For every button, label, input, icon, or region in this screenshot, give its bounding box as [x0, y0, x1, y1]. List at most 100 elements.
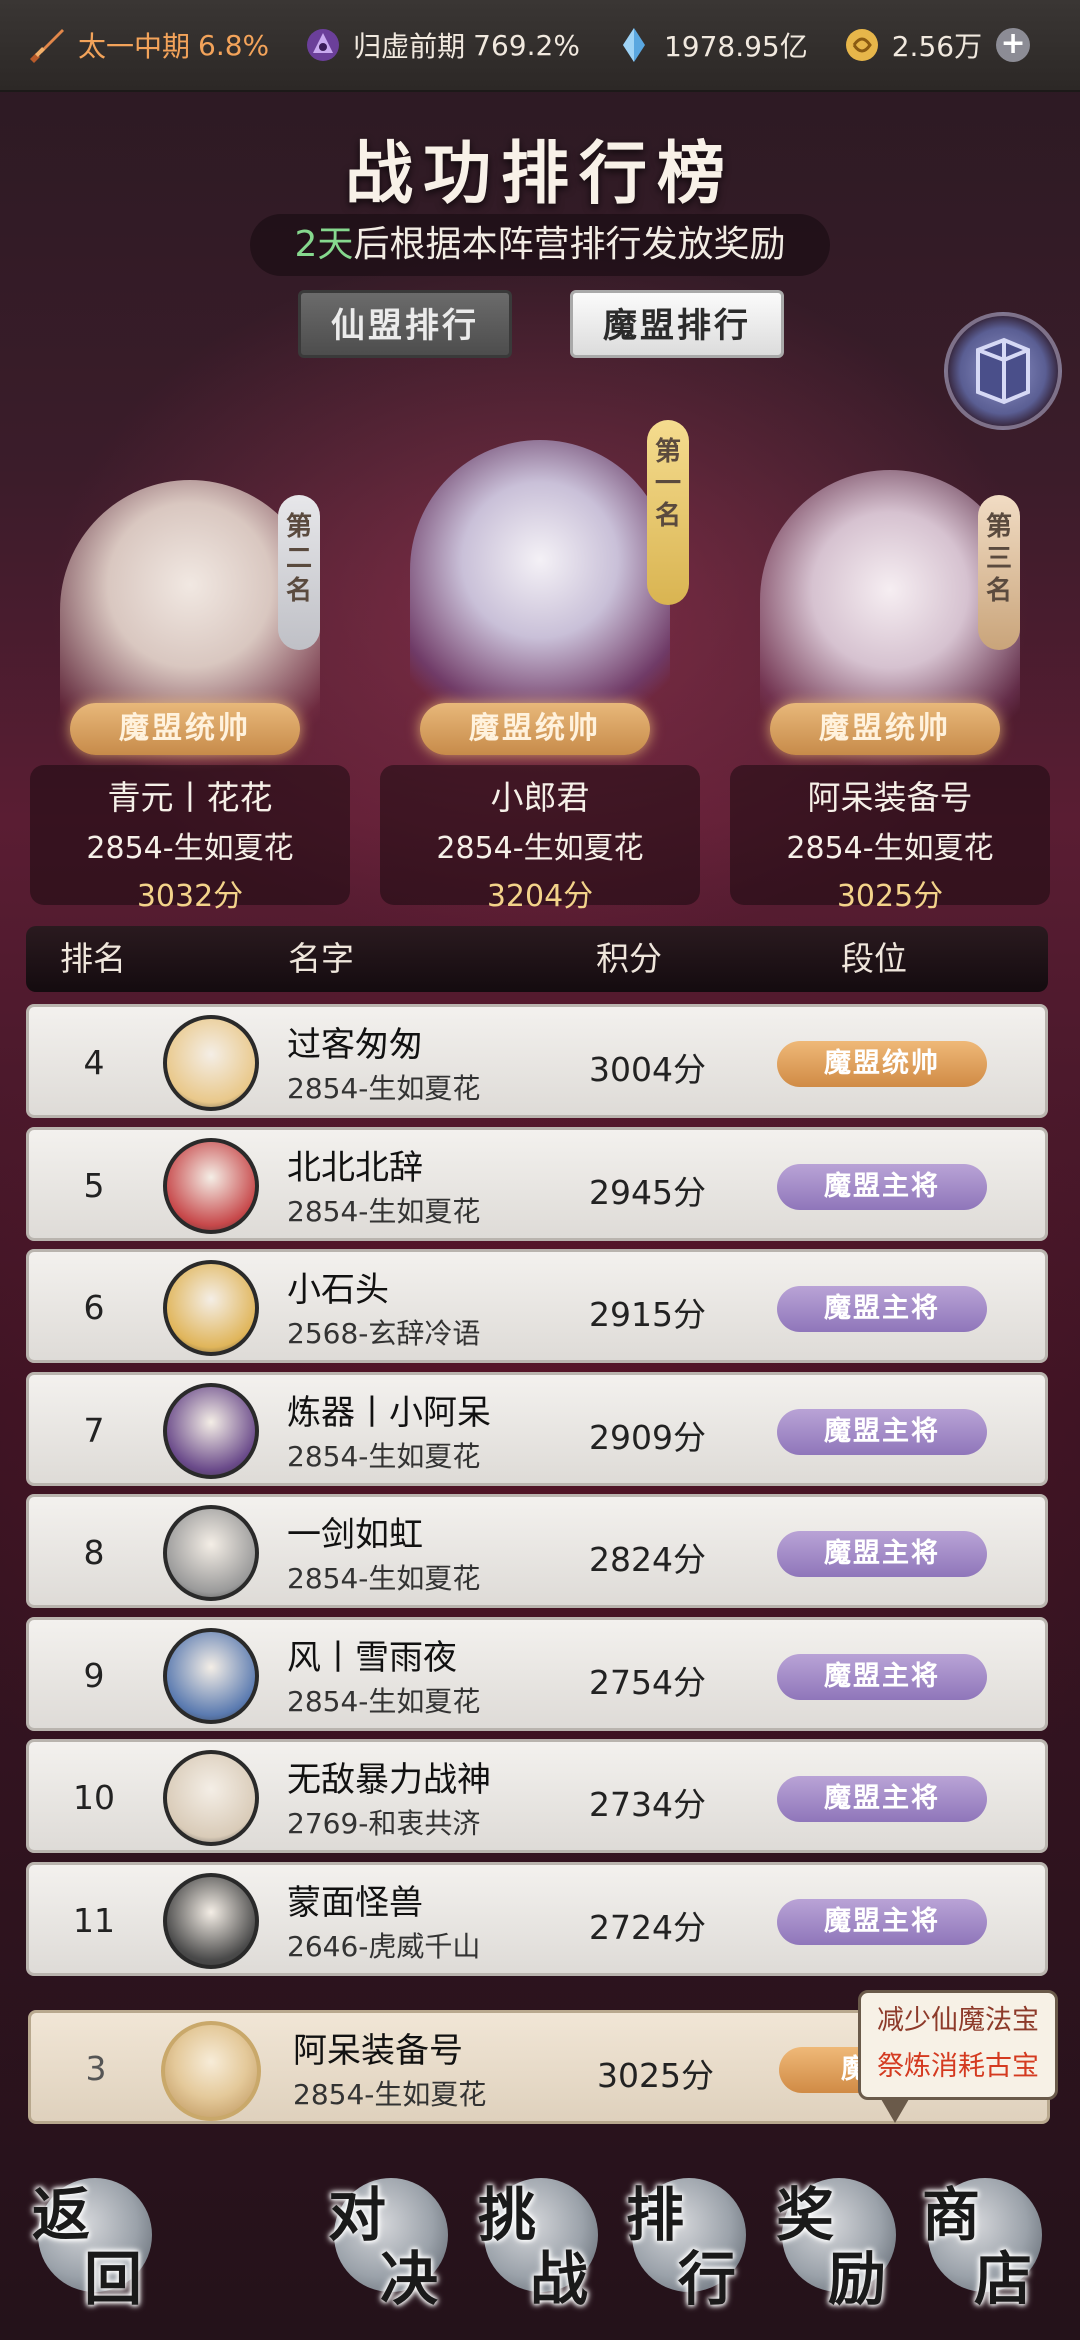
tier-badge: 魔盟主将 — [777, 1408, 987, 1455]
table-row[interactable]: 7 炼器丨小阿呆 2854-生如夏花 2909分 魔盟主将 — [26, 1371, 1048, 1486]
row-server: 2854-生如夏花 — [287, 1072, 481, 1105]
row-score: 2915分 — [589, 1295, 706, 1334]
tab-xian-ranking[interactable]: 仙盟排行 — [298, 290, 512, 358]
row-name: 风丨雪雨夜 — [287, 1637, 457, 1678]
table-row[interactable]: 11 蒙面怪兽 2646-虎威千山 2724分 魔盟主将 — [26, 1861, 1048, 1976]
podium-first[interactable]: 第一名 魔盟统帅 小郎君 2854-生如夏花 3204分 — [370, 420, 710, 914]
stage-percent: 769.2% — [473, 28, 580, 62]
podium-server: 2854-生如夏花 — [86, 831, 294, 866]
nav-char: 商 — [922, 2181, 981, 2249]
row-server: 2646-虎威千山 — [287, 1929, 481, 1963]
row-score: 2909分 — [589, 1417, 706, 1457]
crystal-stat[interactable]: 1978.95亿 — [614, 25, 808, 65]
rank-flag-second: 第二名 — [278, 495, 320, 650]
header-rank: 排名 — [60, 939, 126, 978]
avatar — [163, 1627, 259, 1724]
tier-badge: 魔盟统帅 — [777, 1041, 987, 1087]
podium-name: 阿呆装备号 — [807, 778, 973, 817]
my-name: 阿呆装备号 — [293, 2031, 463, 2071]
coin-icon — [845, 29, 878, 61]
tier-badge: 魔盟主将 — [777, 1653, 987, 1700]
nav-char: 行 — [678, 2245, 737, 2313]
crystal-icon — [622, 28, 645, 62]
duel-button[interactable]: 对 决 — [328, 2168, 454, 2318]
row-rank: 7 — [83, 1410, 105, 1450]
header-name: 名字 — [288, 939, 354, 978]
row-name: 北北北辞 — [287, 1147, 423, 1188]
podium-info: 阿呆装备号 2854-生如夏花 3025分 — [730, 765, 1050, 914]
row-rank: 8 — [83, 1533, 105, 1572]
row-server: 2769-和衷共济 — [287, 1807, 481, 1840]
row-name: 无敌暴力战神 — [287, 1760, 491, 1800]
row-name: 过客匆匆 — [287, 1025, 423, 1065]
reward-notice: 2天后根据本阵营排行发放奖励 — [250, 214, 830, 276]
row-rank: 4 — [83, 1043, 105, 1082]
podium-second[interactable]: 第二名 魔盟统帅 青元丨花花 2854-生如夏花 3032分 — [20, 420, 360, 914]
stage-stat[interactable]: 归虚前期 769.2% — [303, 25, 580, 65]
row-score: 2824分 — [589, 1540, 706, 1579]
avatar — [163, 1872, 259, 1969]
row-server: 2854-生如夏花 — [287, 1194, 481, 1228]
realm-label: 太一中期 — [78, 30, 191, 63]
avatar — [163, 1382, 259, 1479]
table-row[interactable]: 6 小石头 2568-玄辞冷语 2915分 魔盟主将 — [26, 1249, 1048, 1363]
realm-stat[interactable]: 太一中期 6.8% — [28, 25, 269, 65]
table-header: 排名 名字 积分 段位 — [26, 926, 1048, 992]
status-bar: 太一中期 6.8% 归虚前期 769.2% 1978.95亿 2.56万 + — [0, 0, 1080, 92]
table-row[interactable]: 4 过客匆匆 2854-生如夏花 3004分 魔盟统帅 — [26, 1004, 1048, 1118]
coin-count: 2.56万 — [891, 30, 983, 63]
cube-icon[interactable] — [944, 312, 1062, 430]
tier-badge: 魔盟主将 — [777, 1776, 987, 1822]
rank-flag-first: 第一名 — [647, 420, 689, 605]
my-server: 2854-生如夏花 — [293, 2078, 487, 2111]
nav-char: 奖 — [776, 2181, 835, 2249]
podium-third[interactable]: 第三名 魔盟统帅 阿呆装备号 2854-生如夏花 3025分 — [720, 420, 1060, 914]
tooltip-line1: 减少仙魔法宝 — [877, 2005, 1039, 2036]
ranking-button[interactable]: 排 行 — [626, 2168, 752, 2318]
podium-title-badge: 魔盟统帅 — [420, 703, 650, 755]
realm-percent: 6.8% — [198, 28, 270, 62]
podium-score: 3025分 — [836, 879, 944, 914]
tab-mo-ranking[interactable]: 魔盟排行 — [570, 290, 784, 358]
podium-server: 2854-生如夏花 — [786, 831, 994, 866]
table-row[interactable]: 10 无敌暴力战神 2769-和衷共济 2734分 魔盟主将 — [26, 1739, 1048, 1853]
nav-char: 店 — [974, 2245, 1033, 2313]
coin-stat[interactable]: 2.56万 — [842, 25, 982, 65]
shop-button[interactable]: 商 店 — [922, 2168, 1048, 2318]
plus-icon[interactable]: + — [996, 28, 1031, 62]
shop-tooltip: 减少仙魔法宝 祭炼消耗古宝 — [858, 1990, 1058, 2123]
row-server: 2854-生如夏花 — [287, 1684, 481, 1718]
challenge-button[interactable]: 挑 战 — [478, 2168, 604, 2318]
row-rank: 10 — [73, 1778, 115, 1817]
table-row[interactable]: 9 风丨雪雨夜 2854-生如夏花 2754分 魔盟主将 — [26, 1616, 1048, 1731]
table-row[interactable]: 8 一剑如虹 2854-生如夏花 2824分 魔盟主将 — [26, 1494, 1048, 1608]
notice-text: 后根据本阵营排行发放奖励 — [353, 224, 786, 265]
nav-char: 励 — [828, 2245, 887, 2313]
nav-char: 战 — [530, 2245, 589, 2313]
row-score: 3004分 — [589, 1050, 706, 1089]
podium-name: 青元丨花花 — [107, 778, 273, 817]
tooltip-tail — [881, 2099, 909, 2123]
row-server: 2568-玄辞冷语 — [287, 1317, 481, 1350]
podium-name: 小郎君 — [490, 778, 590, 817]
podium-info: 青元丨花花 2854-生如夏花 3032分 — [30, 765, 350, 914]
row-server: 2854-生如夏花 — [287, 1439, 481, 1473]
tier-badge: 魔盟主将 — [777, 1531, 987, 1577]
row-name: 蒙面怪兽 — [287, 1882, 423, 1923]
reward-button[interactable]: 奖 励 — [776, 2168, 902, 2318]
tier-badge: 魔盟主将 — [777, 1898, 987, 1945]
header-score: 积分 — [596, 939, 662, 978]
row-score: 2754分 — [589, 1662, 706, 1702]
sword-icon — [30, 29, 64, 63]
page-title: 战功排行榜 — [344, 134, 735, 214]
row-name: 小石头 — [287, 1270, 389, 1310]
row-rank: 6 — [83, 1288, 105, 1327]
podium-info: 小郎君 2854-生如夏花 3204分 — [380, 765, 700, 914]
back-button[interactable]: 返 回 — [32, 2168, 158, 2318]
table-row[interactable]: 5 北北北辞 2854-生如夏花 2945分 魔盟主将 — [26, 1126, 1048, 1241]
podium-title-badge: 魔盟统帅 — [770, 703, 1000, 755]
nav-char: 决 — [380, 2245, 439, 2313]
avatar — [163, 1015, 259, 1111]
my-rank: 3 — [85, 2049, 107, 2088]
nav-char: 挑 — [478, 2181, 537, 2249]
